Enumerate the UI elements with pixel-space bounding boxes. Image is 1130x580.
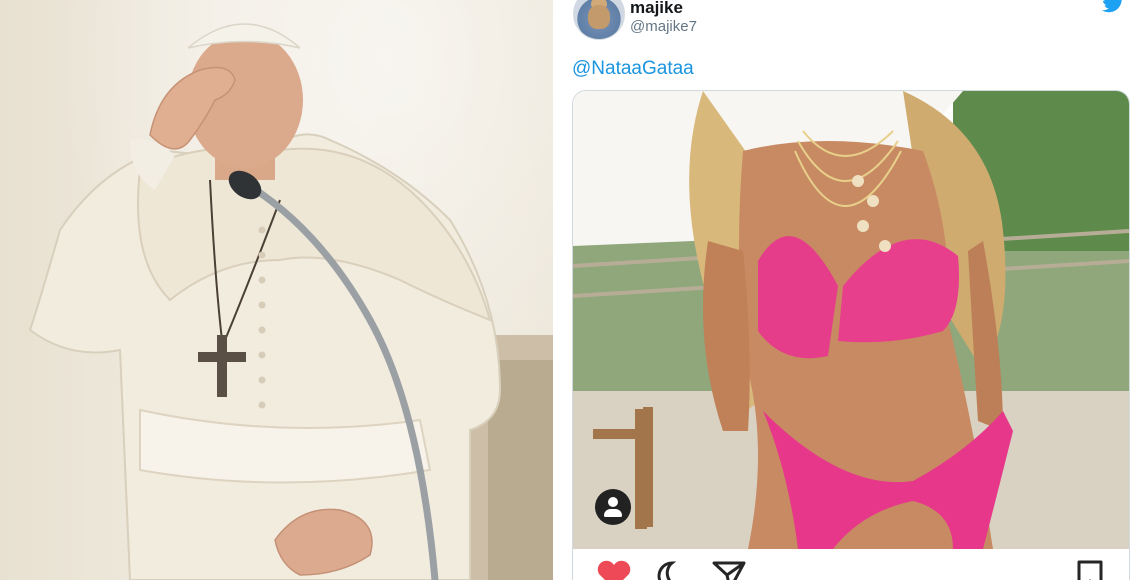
pendant-2 — [867, 195, 879, 207]
avatar-bear-body — [588, 5, 610, 29]
beach-chair-2 — [643, 407, 653, 527]
comment-icon[interactable] — [655, 559, 689, 580]
heart-icon[interactable] — [595, 559, 633, 580]
share-icon[interactable] — [711, 559, 747, 580]
twitter-bird-icon — [1102, 0, 1122, 13]
action-bar — [573, 553, 1129, 580]
media-illustration — [573, 91, 1129, 549]
pectoral-cross-horizontal — [198, 352, 246, 362]
left-photo — [0, 0, 553, 580]
pendant-3 — [857, 220, 869, 232]
photo-illustration — [28, 23, 502, 580]
media-card[interactable] — [572, 90, 1130, 580]
bookmark-icon[interactable] — [1075, 559, 1105, 580]
mention-link[interactable]: @NataaGataa — [572, 58, 694, 80]
pectoral-cross-vertical — [217, 335, 227, 397]
display-name[interactable]: majike — [630, 0, 683, 18]
avatar[interactable] — [573, 0, 625, 40]
person-icon[interactable] — [595, 489, 631, 525]
pendant-1 — [852, 175, 864, 187]
panel-divider — [553, 0, 561, 580]
tweet-card: majike @majike7 @NataaGataa — [561, 0, 1130, 580]
pendant-4 — [879, 240, 891, 252]
media-photo — [573, 91, 1129, 549]
user-handle[interactable]: @majike7 — [630, 18, 697, 35]
